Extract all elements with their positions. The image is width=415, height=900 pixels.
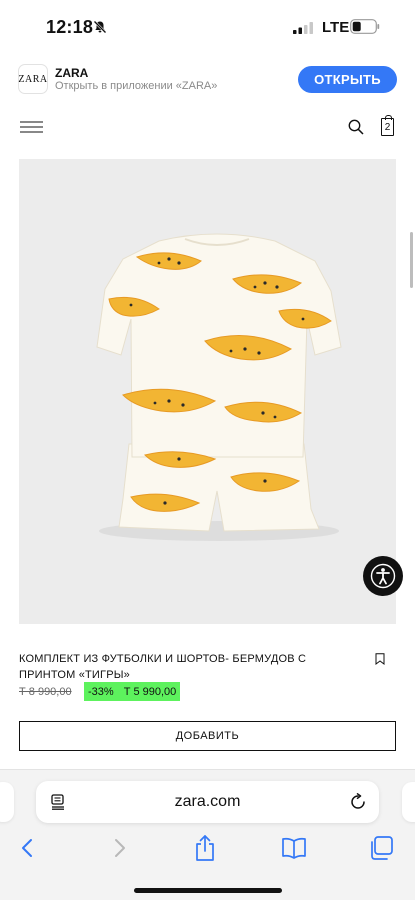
battery-icon xyxy=(350,19,380,34)
discount-percent: -33% xyxy=(88,685,114,698)
url-text[interactable]: zara.com xyxy=(36,793,379,811)
open-app-button[interactable]: ОТКРЫТЬ xyxy=(298,66,397,93)
status-time: 12:18 xyxy=(46,17,94,37)
app-subtitle: Открыть в приложении «ZARA» xyxy=(55,80,218,92)
accessibility-icon xyxy=(370,563,396,589)
app-logo: ZARA xyxy=(18,64,48,94)
bookmarks-icon[interactable] xyxy=(281,837,307,859)
back-icon[interactable] xyxy=(18,836,38,860)
address-bar[interactable]: zara.com xyxy=(36,781,379,823)
reload-icon[interactable] xyxy=(349,793,367,811)
status-bar: 12:18 LTE xyxy=(0,0,415,56)
product-image[interactable] xyxy=(19,159,396,624)
bell-slash-icon xyxy=(93,20,107,34)
page-scrollbar[interactable] xyxy=(410,232,413,288)
network-label: LTE xyxy=(322,19,350,36)
app-name: ZARA xyxy=(55,66,89,80)
sale-price-badge: -33% Т 5 990,00 xyxy=(84,682,181,701)
signal-icon xyxy=(293,22,313,34)
cart-icon[interactable]: 2 xyxy=(381,115,394,136)
browser-toolbar: zara.com xyxy=(0,769,415,900)
search-icon[interactable] xyxy=(348,119,364,135)
next-tab-preview[interactable] xyxy=(402,782,415,822)
product-title: КОМПЛЕКТ ИЗ ФУТБОЛКИ И ШОРТОВ- БЕРМУДОВ … xyxy=(19,653,307,681)
forward-icon[interactable] xyxy=(109,836,129,860)
site-header: 2 xyxy=(0,104,415,150)
cart-count: 2 xyxy=(384,121,391,133)
home-indicator[interactable] xyxy=(134,888,282,893)
page: 12:18 LTE ZARA ZARA Открыть в приложении… xyxy=(0,0,415,900)
share-icon[interactable] xyxy=(194,834,216,862)
new-price: Т 5 990,00 xyxy=(123,685,177,698)
previous-tab-preview[interactable] xyxy=(0,782,14,822)
accessibility-button[interactable] xyxy=(363,556,403,596)
tabs-icon[interactable] xyxy=(368,835,394,861)
add-to-cart-button[interactable]: ДОБАВИТЬ xyxy=(19,721,396,751)
browser-nav-row xyxy=(0,834,415,864)
app-banner: ZARA ZARA Открыть в приложении «ZARA» ОТ… xyxy=(0,56,415,104)
product-photo xyxy=(19,159,396,624)
hamburger-menu-icon[interactable] xyxy=(20,121,43,133)
bookmark-icon[interactable] xyxy=(375,653,385,665)
old-price: Т 8 990,00 xyxy=(19,686,72,698)
